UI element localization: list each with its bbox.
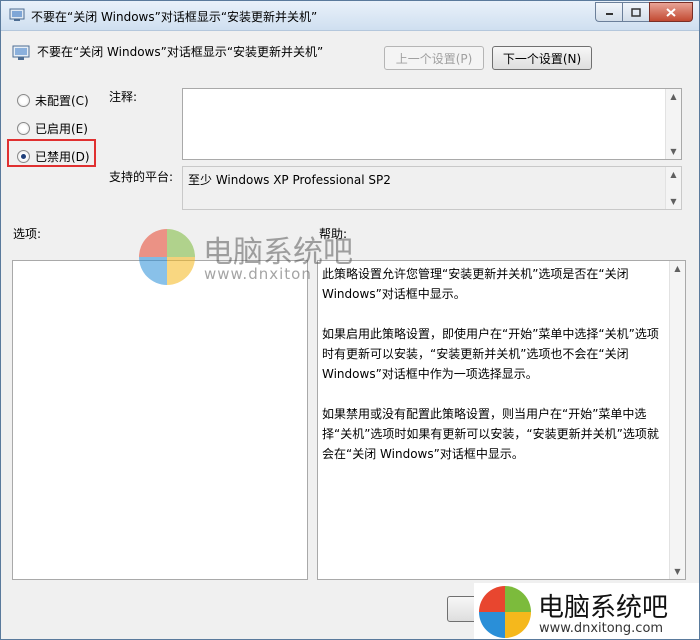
comment-textarea[interactable]: ▲ ▼ <box>182 88 682 160</box>
radio-enabled-circle[interactable] <box>17 122 30 135</box>
radio-enabled[interactable]: 已启用(E) <box>17 120 88 137</box>
radio-not-configured-label: 未配置(C) <box>35 94 89 108</box>
radio-enabled-label: 已启用(E) <box>35 122 88 136</box>
help-paragraph: 如果启用此策略设置，即使用户在“开始”菜单中选择“关机”选项时有更新可以安装，“… <box>322 327 659 381</box>
scroll-down-icon[interactable]: ▼ <box>666 194 681 209</box>
help-paragraph: 此策略设置允许您管理“安装更新并关机”选项是否在“关闭 Windows”对话框中… <box>322 267 629 301</box>
help-paragraph: 如果禁用或没有配置此策略设置，则当用户在“开始”菜单中选择“关机”选项时如果有更… <box>322 407 659 461</box>
radio-not-configured-circle[interactable] <box>17 94 30 107</box>
scroll-up-icon[interactable]: ▲ <box>670 261 685 276</box>
scroll-down-icon[interactable]: ▼ <box>670 564 685 579</box>
dialog-body: 不要在“关闭 Windows”对话框显示“安装更新并关机” 上一个设置(P) 下… <box>1 31 699 639</box>
options-label: 选项: <box>13 227 42 241</box>
scroll-up-icon[interactable]: ▲ <box>666 89 681 104</box>
comment-label: 注释: <box>109 90 138 104</box>
policy-window-icon <box>9 8 25 21</box>
previous-setting-button[interactable]: 上一个设置(P) <box>384 46 484 70</box>
radio-not-configured[interactable]: 未配置(C) <box>17 92 89 109</box>
maximize-icon <box>631 7 641 17</box>
window-title: 不要在“关闭 Windows”对话框显示“安装更新并关机” <box>31 10 318 24</box>
title-bar[interactable]: 不要在“关闭 Windows”对话框显示“安装更新并关机” <box>1 1 699 31</box>
platform-value: 至少 Windows XP Professional SP2 <box>188 173 391 187</box>
help-scrollbar[interactable]: ▲ ▼ <box>669 261 685 579</box>
maximize-button[interactable] <box>622 2 649 22</box>
policy-setting-window: 不要在“关闭 Windows”对话框显示“安装更新并关机” 不要在“关闭 Win… <box>0 0 700 640</box>
platform-scrollbar[interactable]: ▲ ▼ <box>665 167 681 209</box>
help-panel[interactable]: 此策略设置允许您管理“安装更新并关机”选项是否在“关闭 Windows”对话框中… <box>317 260 686 580</box>
next-setting-button[interactable]: 下一个设置(N) <box>492 46 592 70</box>
platform-field: 至少 Windows XP Professional SP2 ▲ ▼ <box>182 166 682 210</box>
setting-title: 不要在“关闭 Windows”对话框显示“安装更新并关机” <box>37 45 324 59</box>
selected-option-highlight <box>7 139 96 167</box>
options-panel <box>12 260 308 580</box>
help-text: 此策略设置允许您管理“安装更新并关机”选项是否在“关闭 Windows”对话框中… <box>322 264 667 484</box>
policy-setting-icon <box>12 45 30 60</box>
minimize-icon <box>605 13 613 15</box>
minimize-button[interactable] <box>595 2 622 22</box>
scroll-up-icon[interactable]: ▲ <box>666 167 681 182</box>
watermark-logo-icon <box>139 229 195 285</box>
watermark-url: www.dnxiton <box>204 265 312 283</box>
platform-label: 支持的平台: <box>109 170 174 184</box>
comment-scrollbar[interactable]: ▲ ▼ <box>665 89 681 159</box>
close-icon <box>666 7 676 17</box>
watermark-corner-url: www.dnxitong.com <box>539 621 664 636</box>
scroll-down-icon[interactable]: ▼ <box>666 144 681 159</box>
watermark-corner-brand: 电脑系统吧 <box>538 593 669 623</box>
close-button[interactable] <box>649 2 693 22</box>
watermark-corner-logo-icon <box>479 586 531 638</box>
